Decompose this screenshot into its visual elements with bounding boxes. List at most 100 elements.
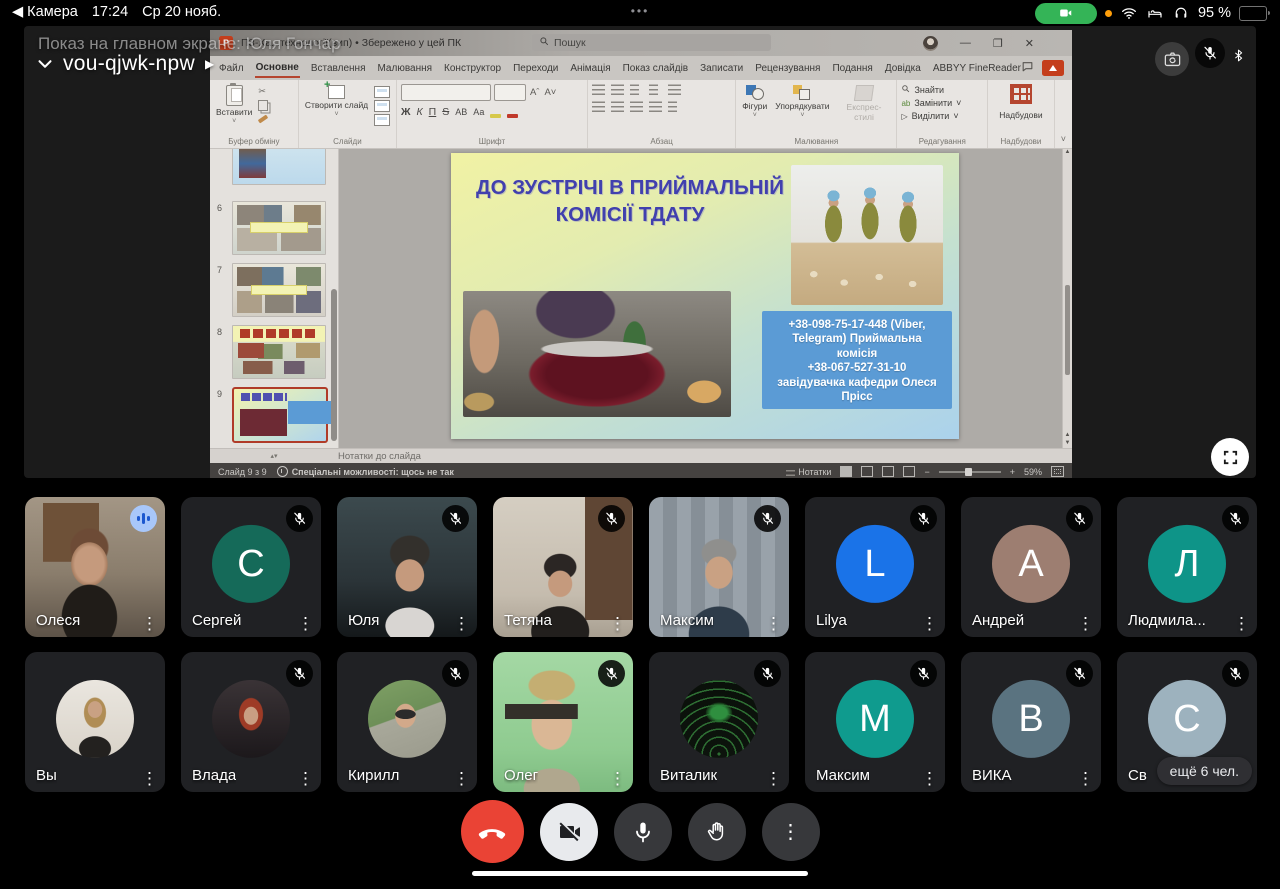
participant-tile-vika[interactable]: В ВИКА ⋮ <box>961 652 1101 792</box>
tile-options-button[interactable]: ⋮ <box>609 770 626 787</box>
tile-options-button[interactable]: ⋮ <box>297 615 314 632</box>
more-participants-badge[interactable]: ещё 6 чел. <box>1156 757 1252 785</box>
camera-toggle-button[interactable] <box>539 802 598 861</box>
slide-thumbnail-image[interactable] <box>232 325 326 379</box>
tile-options-button[interactable]: ⋮ <box>453 615 470 632</box>
reading-view-button[interactable] <box>882 466 895 477</box>
ppt-tab-1[interactable]: Основне <box>254 58 300 78</box>
ppt-tab-5[interactable]: Переходи <box>512 59 559 77</box>
section-icon[interactable] <box>374 114 391 126</box>
fullscreen-button[interactable] <box>1211 438 1249 476</box>
screen-share-region[interactable]: Показ на главном экране: Юля Гончар vou-… <box>24 26 1256 478</box>
participant-tile-maksim1[interactable]: Максим ⋮ <box>649 497 789 637</box>
ppt-tab-8[interactable]: Записати <box>699 59 744 77</box>
collapse-ribbon-button[interactable]: ˅ <box>1055 134 1072 148</box>
expand-arrow-icon[interactable]: ▶ <box>205 57 214 71</box>
meeting-code[interactable]: vou-qjwk-npw <box>63 52 195 76</box>
slide-thumbnail-image[interactable] <box>232 201 326 255</box>
zoom-out-button[interactable]: − <box>924 467 929 477</box>
char-spacing-button[interactable]: АВ <box>455 107 467 117</box>
participant-tile-lilya[interactable]: L Lilya ⋮ <box>805 497 945 637</box>
cut-icon[interactable]: ✂ <box>258 86 268 97</box>
format-painter-icon[interactable] <box>258 114 269 124</box>
tile-options-button[interactable]: ⋮ <box>1077 615 1094 632</box>
participant-tile-vlada[interactable]: Влада ⋮ <box>181 652 321 792</box>
reset-layout-icon[interactable] <box>374 100 391 112</box>
tile-options-button[interactable]: ⋮ <box>141 615 158 632</box>
numbering-icon[interactable] <box>610 84 624 95</box>
notes-pane[interactable]: ▴▾ Нотатки до слайда <box>210 448 1072 463</box>
find-button[interactable]: Знайти <box>901 84 983 95</box>
slideshow-button[interactable] <box>903 466 916 477</box>
current-slide[interactable]: ДО ЗУСТРІЧІ В ПРИЙМАЛЬНІЙ КОМІСІЇ ТДАТУ … <box>451 153 959 439</box>
participant-tile-sergey[interactable]: С Сергей ⋮ <box>181 497 321 637</box>
slide-thumbnail-image[interactable] <box>232 149 326 185</box>
participant-tile-sv[interactable]: С Св ещё 6 чел. <box>1117 652 1257 792</box>
close-button[interactable]: ✕ <box>1025 37 1034 50</box>
tile-options-button[interactable]: ⋮ <box>1233 615 1250 632</box>
italic-button[interactable]: К <box>416 106 422 118</box>
bullets-icon[interactable] <box>591 84 605 95</box>
tile-options-button[interactable]: ⋮ <box>1077 770 1094 787</box>
video-capsule-icon[interactable] <box>1034 2 1097 24</box>
slide-thumbnail-image[interactable] <box>232 387 328 443</box>
tile-options-button[interactable]: ⋮ <box>297 770 314 787</box>
shrink-font-button[interactable]: А˅ <box>543 87 557 98</box>
participant-tile-oleg[interactable]: Олег ⋮ <box>493 652 633 792</box>
ppt-tab-2[interactable]: Вставлення <box>310 59 367 77</box>
zoom-in-button[interactable]: + <box>1010 467 1015 477</box>
participant-tile-kirill[interactable]: Кирилл ⋮ <box>337 652 477 792</box>
ppt-tab-9[interactable]: Рецензування <box>754 59 821 77</box>
ppt-tab-7[interactable]: Показ слайдів <box>622 59 690 77</box>
participant-tile-tetiana[interactable]: Тетяна ⋮ <box>493 497 633 637</box>
minimize-button[interactable]: — <box>960 37 971 49</box>
leave-call-button[interactable] <box>460 800 524 863</box>
raise-hand-button[interactable] <box>687 802 746 861</box>
underline-button[interactable]: П <box>429 106 437 118</box>
zoom-slider[interactable] <box>938 467 1001 476</box>
ppt-tab-10[interactable]: Подання <box>831 59 873 77</box>
addins-icon[interactable] <box>1009 84 1032 104</box>
chevron-down-icon[interactable] <box>34 53 56 75</box>
more-options-button[interactable]: ⋮ <box>761 802 820 861</box>
next-slide-button[interactable]: ▼ <box>1065 440 1071 446</box>
previous-slide-button[interactable]: ▲ <box>1065 432 1071 438</box>
participant-tile-vitalik[interactable]: Виталик ⋮ <box>649 652 789 792</box>
scroll-thumb[interactable] <box>1065 285 1070 375</box>
ppt-tab-0[interactable]: Файл <box>218 59 245 77</box>
ppt-tab-6[interactable]: Анімація <box>569 59 611 77</box>
normal-view-button[interactable] <box>840 466 853 477</box>
quick-styles-button[interactable]: Експрес-стилі <box>836 84 893 136</box>
new-slide-button[interactable]: Створити слайд˅ <box>303 79 370 136</box>
strikethrough-button[interactable]: S <box>442 106 449 118</box>
participant-tile-vy[interactable]: Вы ⋮ <box>25 652 165 792</box>
notes-resize-handle[interactable]: ▴▾ <box>210 452 338 460</box>
select-button[interactable]: ▷ Виділити ˅ <box>901 111 983 121</box>
participant-tile-olesya[interactable]: Олеся ⋮ <box>25 497 165 637</box>
ppt-tab-12[interactable]: ABBYY FineReader PDF <box>932 59 1021 77</box>
tile-options-button[interactable]: ⋮ <box>141 770 158 787</box>
tile-options-button[interactable]: ⋮ <box>921 770 938 787</box>
account-avatar[interactable] <box>922 35 938 51</box>
fit-slide-button[interactable] <box>1051 466 1064 477</box>
ppt-tab-3[interactable]: Малювання <box>376 59 433 77</box>
font-name-field[interactable] <box>400 84 491 101</box>
vertical-scrollbar[interactable]: ▲ ▲ ▼ <box>1062 149 1072 448</box>
comments-icon[interactable] <box>1021 60 1034 76</box>
replace-button[interactable]: ab Замінити ˅ <box>901 98 983 108</box>
justify-icon[interactable] <box>648 101 662 112</box>
mic-toggle-button[interactable] <box>613 802 672 861</box>
change-case-button[interactable]: Аа <box>473 107 484 117</box>
participant-tile-andrey[interactable]: А Андрей ⋮ <box>961 497 1101 637</box>
bold-button[interactable]: Ж <box>401 106 411 118</box>
home-indicator[interactable] <box>472 871 808 876</box>
copy-icon[interactable] <box>258 100 269 111</box>
participant-tile-lyudmila[interactable]: Л Людмила... ⋮ <box>1117 497 1257 637</box>
align-center-icon[interactable] <box>610 101 624 112</box>
tile-options-button[interactable]: ⋮ <box>453 770 470 787</box>
line-spacing-icon[interactable] <box>667 84 681 95</box>
tile-options-button[interactable]: ⋮ <box>609 615 626 632</box>
font-color-icon[interactable] <box>507 113 519 118</box>
accessibility-status[interactable]: Спеціальні можливості: щось не так <box>276 466 454 477</box>
grow-font-button[interactable]: Аˆ <box>529 87 541 98</box>
